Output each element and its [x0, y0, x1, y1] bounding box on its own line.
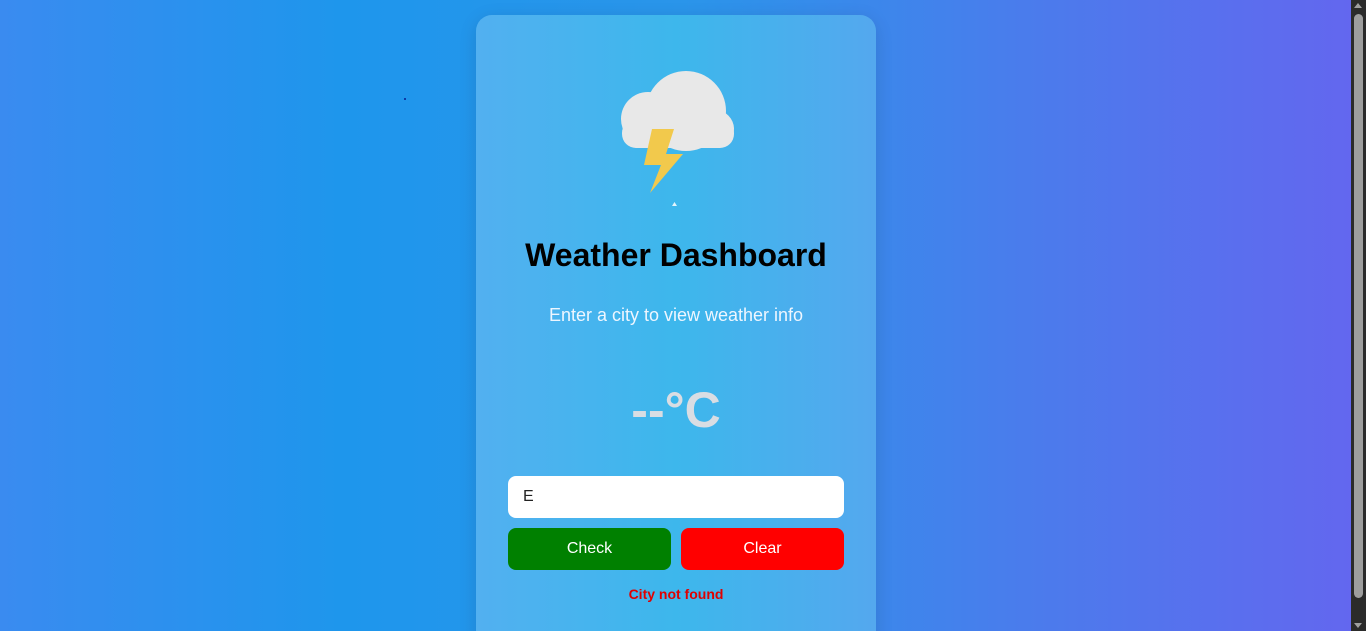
thunderstorm-icon [621, 71, 734, 206]
stray-dot [404, 98, 406, 100]
error-message: City not found [628, 586, 724, 602]
check-button[interactable]: Check [508, 528, 671, 570]
scroll-up-arrow-icon[interactable] [1354, 3, 1362, 8]
city-search-input[interactable] [508, 476, 844, 518]
temperature-value: --°C [631, 382, 721, 438]
page-title: Weather Dashboard [525, 237, 827, 273]
vertical-scrollbar[interactable] [1351, 0, 1366, 631]
page-background: Weather Dashboard Enter a city to view w… [0, 0, 1351, 631]
scrollbar-thumb[interactable] [1354, 14, 1363, 598]
clear-button[interactable]: Clear [681, 528, 844, 570]
scroll-down-arrow-icon[interactable] [1354, 623, 1362, 628]
weather-card: Weather Dashboard Enter a city to view w… [476, 15, 876, 631]
subtitle: Enter a city to view weather info [548, 305, 804, 325]
